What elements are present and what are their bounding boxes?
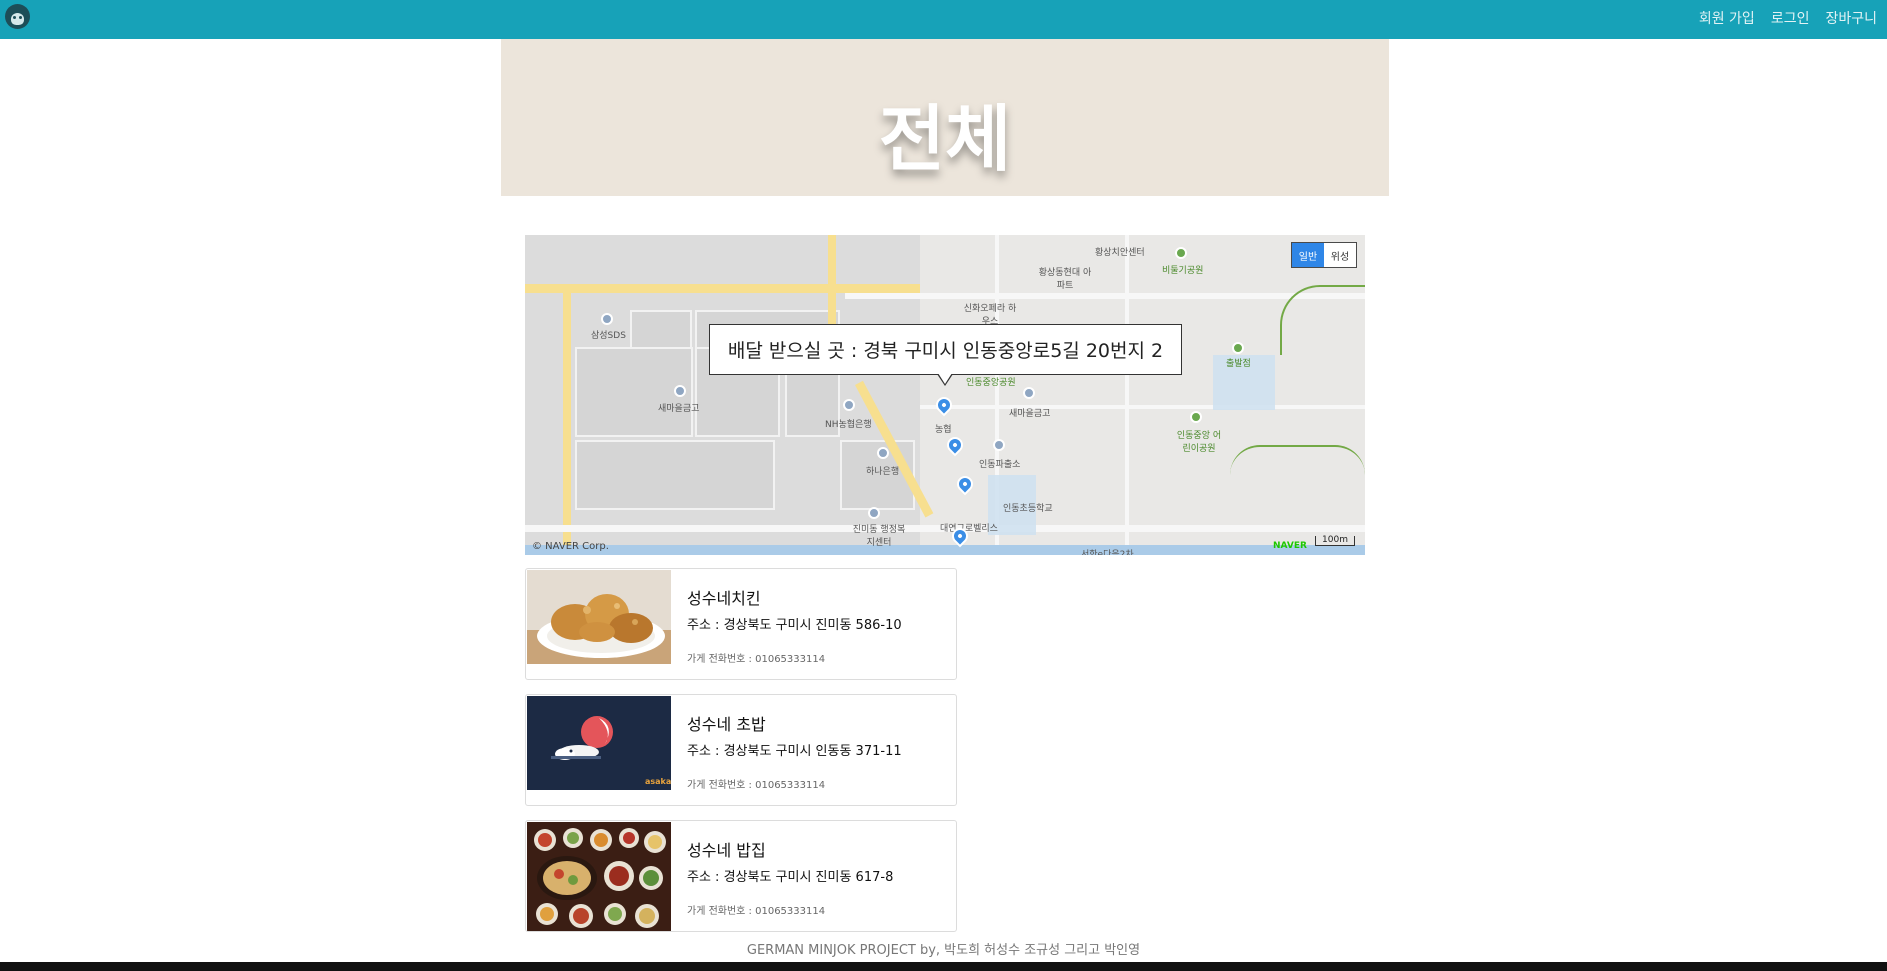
logo-eye — [19, 16, 22, 19]
poi-label: 새마을금고 — [658, 404, 700, 414]
logo-icon[interactable] — [5, 4, 30, 29]
store-phone: 가게 전화번호 : 01065333114 — [687, 780, 826, 791]
poi-label: 새마을금고 — [1009, 409, 1051, 419]
store-card[interactable]: asaka 성수네 초밥 주소 : 경상북도 구미시 인동동 371-11 가게… — [525, 694, 957, 806]
map-copyright: © NAVER Corp. — [532, 541, 609, 552]
poi-label: 하나은행 — [866, 467, 900, 477]
map-road — [1125, 235, 1129, 555]
map-stream — [525, 545, 1365, 555]
poi-label: 인동중앙공원 — [966, 378, 1016, 388]
poi-label: NH농협은행 — [825, 420, 872, 430]
login-link[interactable]: 로그인 — [1771, 8, 1810, 28]
naver-logo[interactable]: NAVER — [1273, 541, 1307, 551]
cart-link[interactable]: 장바구니 — [1825, 8, 1877, 28]
poi-label: 인동초등학교 — [1003, 504, 1053, 514]
store-name[interactable]: 성수네 초밥 — [687, 711, 766, 735]
poi-icon[interactable] — [1190, 411, 1202, 423]
logo-eye — [13, 16, 16, 19]
poi-icon[interactable] — [601, 313, 613, 325]
store-address: 주소 : 경상북도 구미시 진미동 586-10 — [687, 618, 902, 633]
poi-label: 황상치안센터 — [1095, 248, 1145, 258]
poi-icon[interactable] — [1175, 247, 1187, 259]
map-road — [920, 405, 1365, 409]
korean-table-image[interactable] — [527, 822, 671, 931]
poi-icon[interactable] — [674, 385, 686, 397]
footer-credits: GERMAN MINJOK PROJECT by, 박도희 허성수 조규성 그리… — [746, 943, 1141, 958]
poi-label: 대연그로벨리스 — [940, 524, 998, 534]
signup-link[interactable]: 회원 가입 — [1699, 8, 1755, 28]
map-type-control: 일반 위성 — [1291, 242, 1357, 268]
delivery-info-window: 배달 받으실 곳 : 경북 구미시 인동중앙로5길 20번지 2 — [709, 324, 1182, 375]
nav-links: 회원 가입 로그인 장바구니 — [1699, 8, 1877, 28]
map-type-normal-button[interactable]: 일반 — [1292, 243, 1324, 267]
poi-label: 진미동 행정복지센터 — [852, 525, 906, 548]
bottom-bar — [0, 962, 1887, 971]
store-name[interactable]: 성수네치킨 — [687, 585, 761, 609]
store-card[interactable]: 성수네치킨 주소 : 경상북도 구미시 진미동 586-10 가게 전화번호 :… — [525, 568, 957, 680]
store-marker-icon[interactable] — [943, 433, 967, 457]
map-type-satellite-button[interactable]: 위성 — [1324, 243, 1356, 267]
store-address: 주소 : 경상북도 구미시 진미동 617-8 — [687, 870, 894, 885]
poi-icon[interactable] — [1232, 342, 1244, 354]
map-trail — [1230, 445, 1365, 485]
category-title: 전체 — [878, 97, 1012, 181]
map-road — [845, 293, 1365, 299]
store-card[interactable]: 성수네 밥집 주소 : 경상북도 구미시 진미동 617-8 가게 전화번호 :… — [525, 820, 957, 932]
map-road — [563, 287, 571, 555]
delivery-map[interactable]: 삼성SDS 새마을금고 NH농협은행 농협 인동중앙공원 새마을금고 인동파출소… — [525, 235, 1365, 555]
store-name[interactable]: 성수네 밥집 — [687, 837, 766, 861]
category-banner: 전체 — [501, 39, 1389, 196]
svg-text:asaka: asaka — [645, 777, 671, 786]
sushi-image[interactable]: asaka — [527, 696, 671, 790]
poi-icon[interactable] — [1023, 387, 1035, 399]
poi-label: 황상동현대 아파트 — [1038, 268, 1092, 291]
store-marker-icon[interactable] — [953, 472, 977, 496]
logo-face — [11, 13, 24, 25]
poi-icon[interactable] — [843, 399, 855, 411]
poi-label: 삼성SDS — [591, 331, 626, 341]
info-window-tail — [937, 373, 953, 386]
store-phone: 가게 전화번호 : 01065333114 — [687, 654, 826, 665]
poi-icon[interactable] — [868, 507, 880, 519]
map-scale-bar: 100m — [1315, 536, 1355, 546]
store-address: 주소 : 경상북도 구미시 인동동 371-11 — [687, 744, 902, 759]
poi-label: 서한e다음2차 — [1081, 550, 1134, 555]
poi-label: 출발점 — [1226, 359, 1251, 369]
poi-icon[interactable] — [877, 447, 889, 459]
map-block — [630, 310, 692, 350]
poi-icon[interactable] — [993, 439, 1005, 451]
store-marker-icon[interactable] — [932, 393, 956, 417]
top-navbar: 회원 가입 로그인 장바구니 — [0, 0, 1887, 39]
poi-label: 농협 — [935, 425, 952, 435]
map-trail — [1280, 285, 1365, 355]
map-block — [575, 440, 775, 510]
poi-label: 인동중앙 어린이공원 — [1176, 431, 1222, 454]
fried-chicken-image[interactable] — [527, 570, 671, 664]
poi-label: 비둘기공원 — [1162, 266, 1204, 276]
store-phone: 가게 전화번호 : 01065333114 — [687, 906, 826, 917]
poi-label: 인동파출소 — [979, 460, 1021, 470]
map-road — [525, 284, 920, 293]
